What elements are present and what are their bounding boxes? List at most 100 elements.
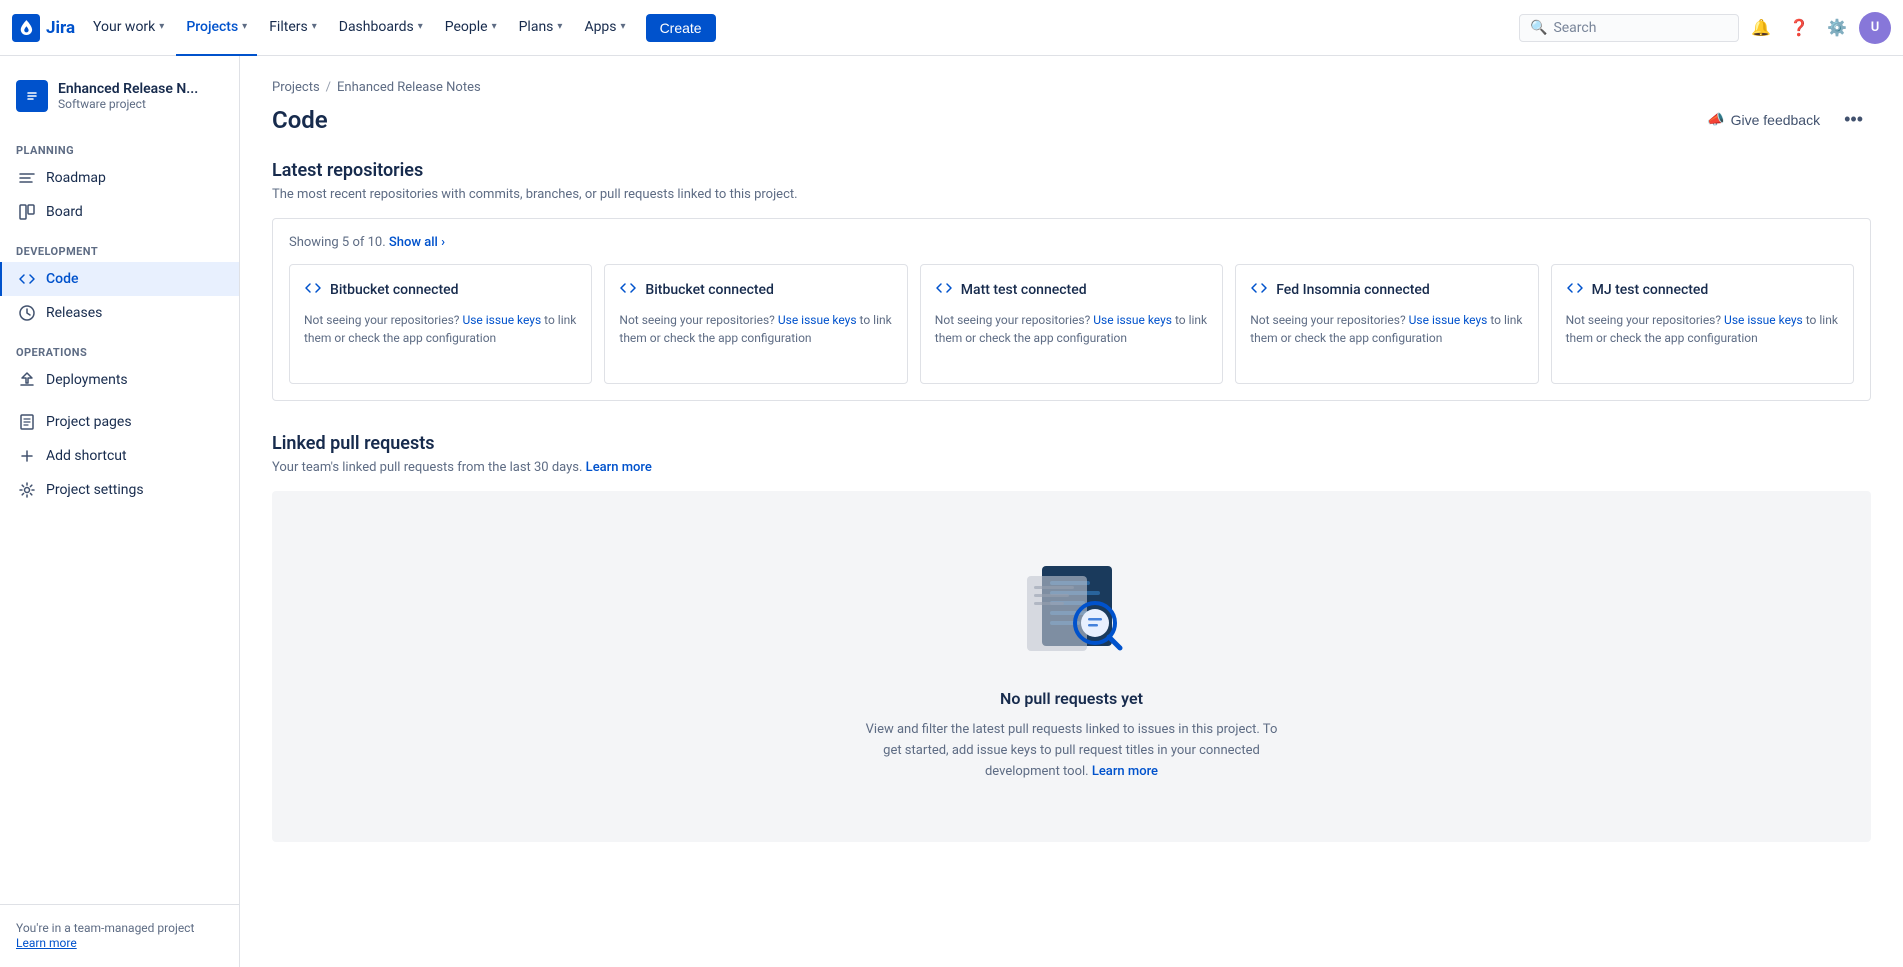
repo-card-body-4: Not seeing your repositories? Use issue …: [1566, 311, 1839, 347]
chevron-down-icon: ▾: [418, 21, 423, 32]
repo-card-3: Fed Insomnia connected Not seeing your r…: [1235, 264, 1538, 384]
pull-requests-empty-state: No pull requests yet View and filter the…: [272, 491, 1871, 842]
repo-card-body-1: Not seeing your repositories? Use issue …: [619, 311, 892, 347]
repo-card-title-4: MJ test connected: [1592, 282, 1709, 298]
pull-requests-subtitle: Your team's linked pull requests from th…: [272, 460, 1871, 475]
repo-code-icon: [1250, 279, 1268, 301]
help-button[interactable]: ❓: [1783, 12, 1815, 44]
add-icon: [18, 447, 36, 465]
sidebar-item-board[interactable]: Board: [0, 195, 239, 229]
chevron-down-icon: ▾: [492, 21, 497, 32]
use-issue-keys-link-2[interactable]: Use issue keys: [1093, 313, 1172, 327]
use-issue-keys-link-0[interactable]: Use issue keys: [462, 313, 541, 327]
show-all-link[interactable]: Show all ›: [389, 235, 445, 250]
pull-requests-learn-more-link[interactable]: Learn more: [586, 460, 652, 475]
settings-button[interactable]: ⚙️: [1821, 12, 1853, 44]
breadcrumb-enhanced-release-notes[interactable]: Enhanced Release Notes: [337, 80, 481, 95]
repo-code-icon: [1566, 279, 1584, 301]
sidebar-footer: You're in a team-managed project Learn m…: [0, 904, 239, 967]
board-icon: [18, 203, 36, 221]
use-issue-keys-link-4[interactable]: Use issue keys: [1724, 313, 1803, 327]
create-button[interactable]: Create: [646, 14, 716, 42]
development-section-title: DEVELOPMENT: [0, 229, 239, 262]
repo-card-title-1: Bitbucket connected: [645, 282, 774, 298]
page-header-actions: 📣 Give feedback •••: [1699, 103, 1871, 136]
latest-repos-subtitle: The most recent repositories with commit…: [272, 187, 1871, 202]
topnav-right: 🔍 Search 🔔 ❓ ⚙️ U: [1519, 12, 1891, 44]
sidebar: Enhanced Release N... Software project P…: [0, 56, 240, 967]
main-navigation: Your work ▾ Projects ▾ Filters ▾ Dashboa…: [83, 0, 1519, 56]
latest-repos-title: Latest repositories: [272, 160, 1871, 181]
code-icon: [18, 270, 36, 288]
learn-more-link[interactable]: Learn more: [16, 936, 77, 950]
repo-code-icon: [304, 279, 322, 301]
sidebar-item-code[interactable]: Code: [0, 262, 239, 296]
releases-icon: [18, 304, 36, 322]
main-content: Projects / Enhanced Release Notes Code 📣…: [240, 56, 1903, 967]
sidebar-item-releases[interactable]: Releases: [0, 296, 239, 330]
repos-showing-count: Showing 5 of 10. Show all ›: [289, 235, 1854, 250]
planning-section-title: PLANNING: [0, 128, 239, 161]
empty-state-learn-more-link[interactable]: Learn more: [1092, 764, 1158, 779]
repos-grid: Bitbucket connected Not seeing your repo…: [289, 264, 1854, 384]
page-title: Code: [272, 106, 328, 134]
pull-requests-title: Linked pull requests: [272, 433, 1871, 454]
sidebar-project[interactable]: Enhanced Release N... Software project: [0, 72, 239, 128]
sidebar-item-project-settings[interactable]: Project settings: [0, 473, 239, 507]
chevron-down-icon: ▾: [621, 21, 626, 32]
sidebar-item-project-pages[interactable]: Project pages: [0, 405, 239, 439]
page-layout: Enhanced Release N... Software project P…: [0, 56, 1903, 967]
logo[interactable]: Jira: [12, 14, 75, 42]
use-issue-keys-link-3[interactable]: Use issue keys: [1409, 313, 1488, 327]
top-navigation: Jira Your work ▾ Projects ▾ Filters ▾ Da…: [0, 0, 1903, 56]
repo-card-title-0: Bitbucket connected: [330, 282, 459, 298]
notifications-button[interactable]: 🔔: [1745, 12, 1777, 44]
breadcrumb-separator: /: [326, 80, 331, 95]
chevron-down-icon: ▾: [242, 21, 247, 32]
sidebar-item-deployments[interactable]: Deployments: [0, 363, 239, 397]
search-bar[interactable]: 🔍 Search: [1519, 14, 1739, 42]
search-icon: 🔍: [1530, 20, 1547, 36]
repo-card-body-2: Not seeing your repositories? Use issue …: [935, 311, 1208, 347]
repo-code-icon: [935, 279, 953, 301]
megaphone-icon: 📣: [1707, 111, 1724, 128]
more-options-button[interactable]: •••: [1836, 103, 1871, 136]
nav-apps[interactable]: Apps ▾: [574, 0, 635, 56]
team-managed-text: You're in a team-managed project: [16, 921, 223, 935]
sidebar-project-info: Enhanced Release N... Software project: [58, 81, 198, 111]
breadcrumb-projects[interactable]: Projects: [272, 80, 320, 95]
repo-card-body-0: Not seeing your repositories? Use issue …: [304, 311, 577, 347]
repo-card-title-3: Fed Insomnia connected: [1276, 282, 1430, 298]
chevron-down-icon: ▾: [557, 21, 562, 32]
nav-projects[interactable]: Projects ▾: [176, 0, 257, 56]
repo-card-body-3: Not seeing your repositories? Use issue …: [1250, 311, 1523, 347]
chevron-down-icon: ▾: [159, 21, 164, 32]
logo-text: Jira: [46, 18, 75, 38]
repo-card-title-2: Matt test connected: [961, 282, 1087, 298]
empty-state-title: No pull requests yet: [1000, 689, 1143, 708]
operations-section-title: OPERATIONS: [0, 330, 239, 363]
repo-card-1: Bitbucket connected Not seeing your repo…: [604, 264, 907, 384]
settings-icon: [18, 481, 36, 499]
repo-card-0: Bitbucket connected Not seeing your repo…: [289, 264, 592, 384]
empty-state-illustration: [1012, 551, 1132, 665]
use-issue-keys-link-1[interactable]: Use issue keys: [778, 313, 857, 327]
chevron-down-icon: ▾: [312, 21, 317, 32]
sidebar-item-roadmap[interactable]: Roadmap: [0, 161, 239, 195]
deployments-icon: [18, 371, 36, 389]
nav-dashboards[interactable]: Dashboards ▾: [329, 0, 433, 56]
nav-filters[interactable]: Filters ▾: [259, 0, 327, 56]
nav-your-work[interactable]: Your work ▾: [83, 0, 174, 56]
give-feedback-button[interactable]: 📣 Give feedback: [1699, 105, 1828, 134]
nav-people[interactable]: People ▾: [435, 0, 507, 56]
repo-card-2: Matt test connected Not seeing your repo…: [920, 264, 1223, 384]
nav-plans[interactable]: Plans ▾: [509, 0, 573, 56]
roadmap-icon: [18, 169, 36, 187]
repo-code-icon: [619, 279, 637, 301]
pages-icon: [18, 413, 36, 431]
avatar[interactable]: U: [1859, 12, 1891, 44]
empty-state-description: View and filter the latest pull requests…: [862, 720, 1282, 782]
project-icon: [16, 80, 48, 112]
repos-container: Showing 5 of 10. Show all › Bitbucket co…: [272, 218, 1871, 401]
sidebar-item-add-shortcut[interactable]: Add shortcut: [0, 439, 239, 473]
